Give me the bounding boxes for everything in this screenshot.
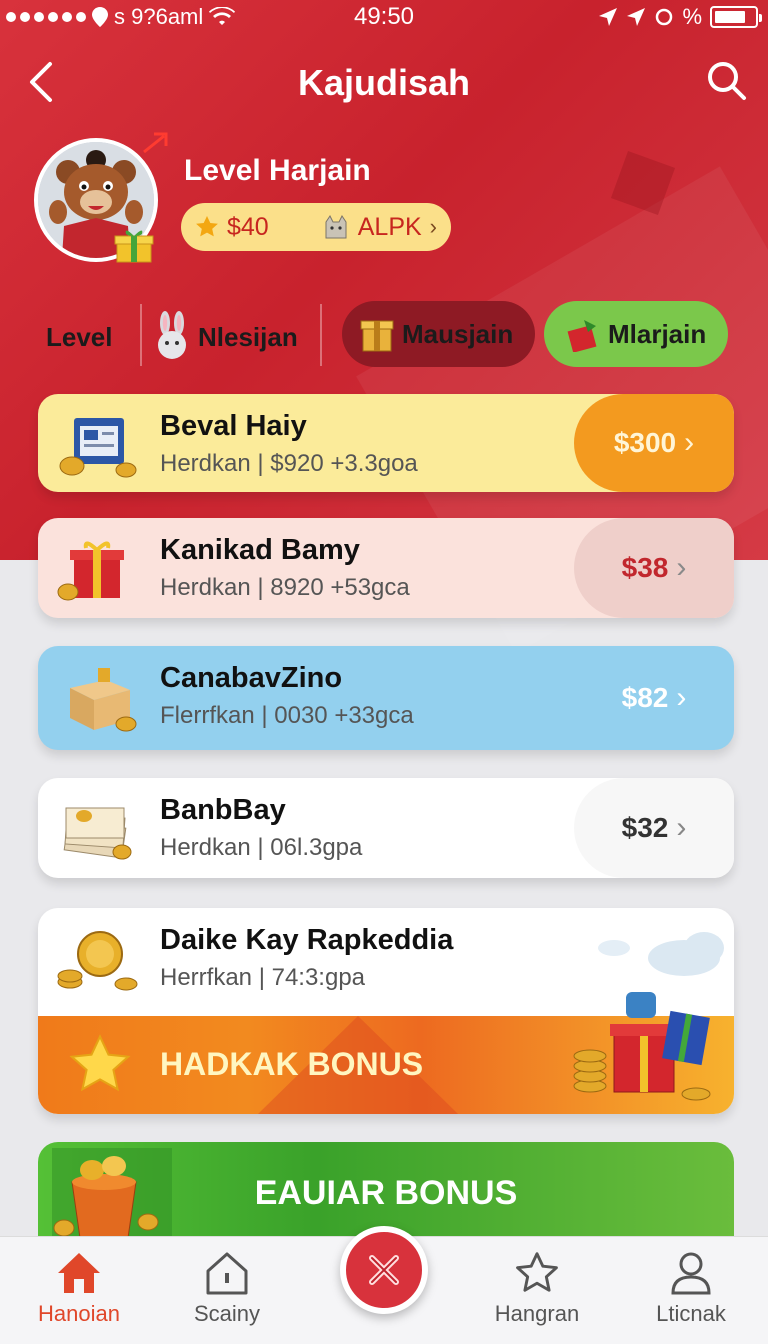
nav-label: Hangran <box>494 1301 580 1326</box>
reward-button[interactable]: $300 › <box>574 394 734 492</box>
tab-mausjain[interactable]: Mausjain <box>342 301 536 367</box>
reward-button[interactable]: $82 › <box>574 646 734 750</box>
reward-amount: $82 <box>621 682 669 713</box>
battery-percent: % <box>682 4 702 29</box>
present-icon <box>567 320 597 352</box>
chevron-right-icon: › <box>676 551 687 584</box>
alarm-icon <box>656 8 673 26</box>
center-action-button[interactable] <box>340 1226 428 1314</box>
green-bonus-label: EAUIAR BONUS <box>254 1174 518 1212</box>
cross-icon <box>369 1255 399 1285</box>
reward-card[interactable]: Kanikad Bamy Herdkan | 8920 +53gca $38 › <box>38 518 734 618</box>
reward-amount: $38 <box>621 552 669 583</box>
cat-icon <box>325 215 347 239</box>
newspaper-coins-icon <box>59 418 137 478</box>
coin-stack-icon <box>57 931 138 991</box>
house-outline-icon <box>206 1252 248 1295</box>
card-subtitle: Herrfkan | 74:3:gpa <box>160 964 366 991</box>
card-subtitle: Herdkan | 06l.3gpa <box>160 834 363 861</box>
chevron-right-icon: › <box>676 811 687 844</box>
cloud-icon <box>598 932 724 976</box>
nav-label: Scainy <box>193 1301 261 1326</box>
star-outline-icon <box>516 1252 558 1292</box>
bonus-card[interactable]: Daike Kay Rapkeddia Herrfkan | 74:3:gpa … <box>38 908 734 1114</box>
reward-card[interactable]: CanabavZino Flerrfkan | 0030 +33gca $82 … <box>38 646 734 750</box>
card-title: BanbBay <box>160 794 286 826</box>
reward-amount: $300 <box>613 427 677 458</box>
box-coins-icon <box>70 668 137 732</box>
tab-label: Nlesijan <box>198 321 298 352</box>
gift-coins-icon <box>57 541 124 601</box>
card-subtitle: Flerrfkan | 0030 +33gca <box>160 702 414 729</box>
gifts-coins-icon <box>573 992 711 1101</box>
tab-label: Mlarjain <box>608 318 707 349</box>
currency-label: ALPK <box>357 212 422 241</box>
level-title: Level Harjain <box>184 154 371 187</box>
home-icon <box>58 1253 100 1293</box>
gift-box-icon <box>360 320 394 352</box>
nav-item-hangran[interactable]: Hangran <box>472 1251 602 1327</box>
tab-label: Mausjain <box>402 318 514 349</box>
balance-pill[interactable]: $40 ALPK › <box>181 203 451 251</box>
tab-divider <box>320 304 322 366</box>
star-icon <box>196 216 218 237</box>
chevron-right-icon: › <box>429 214 437 239</box>
battery-icon <box>710 6 762 28</box>
nav-item-home[interactable]: Hanoian <box>14 1251 144 1327</box>
tab-nlesijan[interactable]: Nlesijan <box>154 304 298 370</box>
tab-label: Level <box>46 321 113 352</box>
sparkle-arrow-icon <box>143 132 168 154</box>
tab-divider <box>140 304 142 366</box>
card-title: CanabavZino <box>160 662 343 694</box>
reward-card[interactable]: BanbBay Herdkan | 06l.3gpa $32 › <box>38 778 734 878</box>
papers-coins-icon <box>63 807 132 860</box>
balance-value: $40 <box>227 212 269 241</box>
bonus-label: HADKAK BONUS <box>160 1046 424 1082</box>
tab-level[interactable]: Level <box>46 304 113 370</box>
gift-badge-icon <box>114 230 154 263</box>
navigation-arrow-icon-2 <box>627 8 646 26</box>
card-title: Daike Kay Rapkeddia <box>160 924 454 956</box>
card-subtitle: Herdkan | 8920 +53gca <box>160 574 410 601</box>
navigation-arrow-icon <box>599 8 618 26</box>
nav-item-scainy[interactable]: Scainy <box>162 1251 292 1327</box>
nav-label: Lticnak <box>656 1301 726 1326</box>
status-bar: s 9?6aml 49:50 % <box>0 0 768 36</box>
nav-bar: Kajudisah <box>0 52 768 112</box>
reward-button[interactable]: $38 › <box>574 518 734 618</box>
chevron-right-icon: › <box>684 426 695 459</box>
reward-amount: $32 <box>621 812 669 843</box>
nav-label: Hanoian <box>38 1301 120 1326</box>
star-icon <box>69 1034 131 1092</box>
bonus-strip[interactable]: HADKAK BONUS <box>38 992 734 1114</box>
card-title: Kanikad Bamy <box>160 534 360 566</box>
nav-item-profile[interactable]: Lticnak <box>626 1251 756 1327</box>
reward-card[interactable]: Beval Haiy Herdkan | $920 +3.3goa $300 › <box>38 394 734 492</box>
card-subtitle: Herdkan | $920 +3.3goa <box>160 450 418 477</box>
tab-mlarjain[interactable]: Mlarjain <box>544 301 729 367</box>
reward-button[interactable]: $32 › <box>574 778 734 878</box>
page-title: Kajudisah <box>297 62 471 103</box>
card-title: Beval Haiy <box>160 410 307 442</box>
chevron-right-icon: › <box>676 681 687 714</box>
user-icon <box>671 1252 711 1295</box>
search-icon[interactable] <box>704 58 750 104</box>
bunny-icon <box>158 311 186 359</box>
